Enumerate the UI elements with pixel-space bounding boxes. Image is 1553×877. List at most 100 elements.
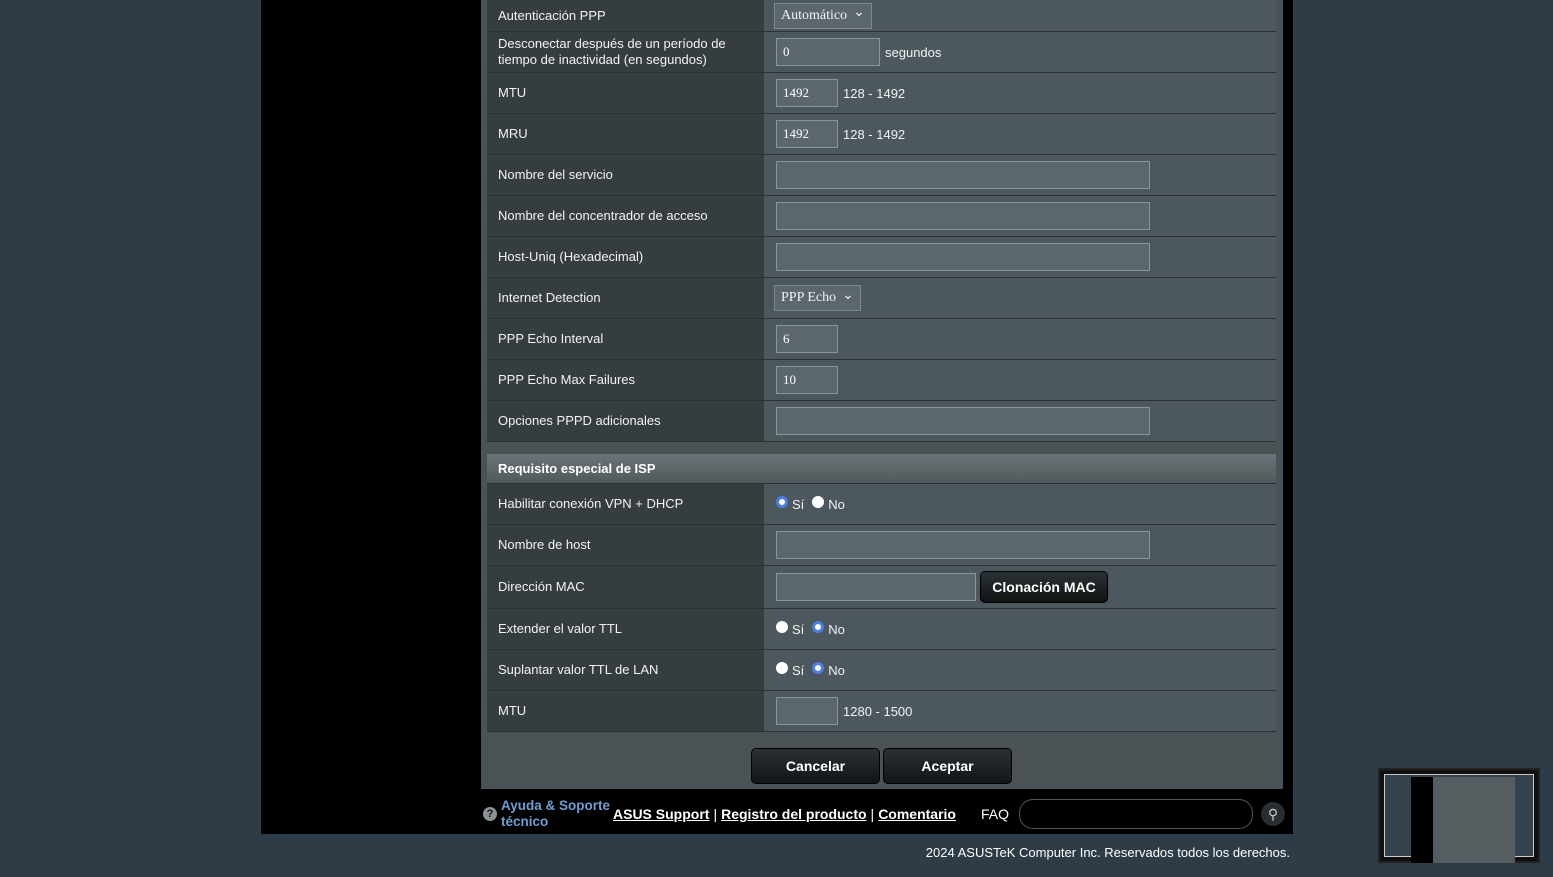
row-ppp-echo-max-failures: PPP Echo Max Failures 10 <box>487 360 1276 401</box>
row-nombre-del-servicio: Nombre del servicio <box>487 155 1276 196</box>
row-extender-el-valor-ttl: Extender el valor TTL Sí No <box>487 609 1276 650</box>
row-habilitar-conexion-vpn-dhcp: Habilitar conexión VPN + DHCP Sí No <box>487 484 1276 525</box>
field-value <box>764 525 1276 565</box>
field-label: Dirección MAC <box>487 566 764 608</box>
radio-no[interactable]: No <box>812 621 845 637</box>
field-label: Desconectar después de un período de tie… <box>487 32 764 72</box>
chevron-down-icon: ⌄ <box>853 5 865 20</box>
field-value <box>764 155 1276 195</box>
field-value: 10 <box>764 360 1276 400</box>
radio-button[interactable] <box>776 496 788 508</box>
help-support-link[interactable]: Ayuda & Soporte técnico <box>501 798 613 830</box>
ppp-echo-interval-input[interactable]: 6 <box>776 325 838 353</box>
nombre-del-servicio-input[interactable] <box>776 161 1150 189</box>
row-mru: MRU 1492 128 - 1492 <box>487 114 1276 155</box>
mru-input[interactable]: 1492 <box>776 120 838 148</box>
radio-button[interactable] <box>812 496 825 508</box>
field-label: MTU <box>487 73 764 113</box>
search-icon[interactable]: ⚲ <box>1261 802 1285 826</box>
radio-si[interactable]: Sí <box>776 662 805 678</box>
direccion-mac-input[interactable] <box>776 573 976 601</box>
row-nombre-del-concentrador-de-acceso: Nombre del concentrador de acceso <box>487 196 1276 237</box>
internet-detection-select[interactable]: PPP Echo ⌄ <box>774 285 861 311</box>
field-value <box>764 401 1276 441</box>
desconectar-despues-de-un-periodo-de-tiempo-de-inactividad-en-segundos-input[interactable]: 0 <box>776 38 880 66</box>
row-mtu: MTU 1280 - 1500 <box>487 691 1276 732</box>
cancel-button[interactable]: Cancelar <box>751 748 880 784</box>
feedback-link[interactable]: Comentario <box>878 806 956 822</box>
row-nombre-de-host: Nombre de host <box>487 525 1276 566</box>
row-internet-detection: Internet Detection PPP Echo ⌄ <box>487 278 1276 319</box>
field-label: Opciones PPPD adicionales <box>487 401 764 441</box>
nombre-de-host-input[interactable] <box>776 531 1150 559</box>
field-label: Nombre del concentrador de acceso <box>487 196 764 236</box>
faq-search-input[interactable] <box>1019 799 1253 829</box>
field-value: 1492 128 - 1492 <box>764 114 1276 154</box>
row-suplantar-valor-ttl-de-lan: Suplantar valor TTL de LAN Sí No <box>487 650 1276 691</box>
radio-label: Sí <box>792 621 805 637</box>
field-hint: 1280 - 1500 <box>843 703 913 719</box>
field-hint: segundos <box>885 44 942 60</box>
field-value: Sí No <box>764 484 1276 524</box>
mtu-input[interactable]: 1492 <box>776 79 838 107</box>
radio-label: Sí <box>792 662 805 678</box>
field-label: MRU <box>487 114 764 154</box>
row-opciones-pppd-adicionales: Opciones PPPD adicionales <box>487 401 1276 442</box>
radio-si[interactable]: Sí <box>776 621 805 637</box>
window-thumbnail[interactable] <box>1378 768 1540 863</box>
field-hint: 128 - 1492 <box>843 85 906 101</box>
field-value: 1280 - 1500 <box>764 691 1276 731</box>
asus-support-link[interactable]: ASUS Support <box>613 806 709 822</box>
mtu-input[interactable] <box>776 697 838 725</box>
apply-button[interactable]: Aceptar <box>883 748 1012 784</box>
ppp-echo-max-failures-input[interactable]: 10 <box>776 366 838 394</box>
field-label: Internet Detection <box>487 278 764 318</box>
help-icon: ? <box>483 807 497 821</box>
field-label: Habilitar conexión VPN + DHCP <box>487 484 764 524</box>
radio-button[interactable] <box>776 662 788 674</box>
field-value: Sí No <box>764 609 1276 649</box>
radio-button[interactable] <box>812 662 825 674</box>
radio-si[interactable]: Sí <box>776 496 804 512</box>
row-autenticacion-ppp: Autenticación PPP Automático ⌄ <box>487 0 1276 32</box>
autenticacion-ppp-select[interactable]: Automático ⌄ <box>774 2 872 29</box>
field-value <box>764 196 1276 236</box>
field-label: PPP Echo Max Failures <box>487 360 764 400</box>
footer: ? Ayuda & Soporte técnico ASUS Support | … <box>483 796 1293 832</box>
select-value: PPP Echo <box>781 290 837 305</box>
field-value: Clonación MAC <box>764 566 1276 608</box>
select-value: Automático <box>781 7 848 23</box>
field-label: Suplantar valor TTL de LAN <box>487 650 764 690</box>
row-desconectar-despues-de-un-periodo-de-tiempo-de-inactividad-en-segundos: Desconectar después de un período de tie… <box>487 32 1276 73</box>
radio-no[interactable]: No <box>812 662 845 678</box>
field-hint: 128 - 1492 <box>843 126 906 142</box>
field-label: PPP Echo Interval <box>487 319 764 359</box>
host-uniq-hexadecimal-input[interactable] <box>776 243 1150 271</box>
field-label: MTU <box>487 691 764 731</box>
row-host-uniq-hexadecimal: Host-Uniq (Hexadecimal) <box>487 237 1276 278</box>
field-value: 6 <box>764 319 1276 359</box>
field-value: Automático ⌄ <box>764 0 1276 31</box>
radio-label: No <box>828 662 845 678</box>
row-mtu: MTU 1492 128 - 1492 <box>487 73 1276 114</box>
opciones-pppd-adicionales-input[interactable] <box>776 407 1150 435</box>
field-value: 0 segundos <box>764 32 1276 72</box>
radio-label: No <box>828 621 845 637</box>
product-registration-link[interactable]: Registro del producto <box>721 806 866 822</box>
radio-button[interactable] <box>776 621 788 633</box>
radio-no[interactable]: No <box>812 496 845 512</box>
faq-label: FAQ <box>980 806 1009 822</box>
field-label: Host-Uniq (Hexadecimal) <box>487 237 764 277</box>
field-label: Autenticación PPP <box>487 0 764 31</box>
field-value: Sí No <box>764 650 1276 690</box>
nombre-del-concentrador-de-acceso-input[interactable] <box>776 202 1150 230</box>
field-value: PPP Echo ⌄ <box>764 278 1276 318</box>
mac-clone-button[interactable]: Clonación MAC <box>980 571 1108 603</box>
row-direccion-mac: Dirección MAC Clonación MAC <box>487 566 1276 609</box>
field-value <box>764 237 1276 277</box>
radio-label: No <box>828 496 845 512</box>
section-header-isp: Requisito especial de ISP <box>487 454 1276 484</box>
radio-button[interactable] <box>812 621 825 633</box>
chevron-down-icon: ⌄ <box>842 287 854 303</box>
field-label: Nombre del servicio <box>487 155 764 195</box>
